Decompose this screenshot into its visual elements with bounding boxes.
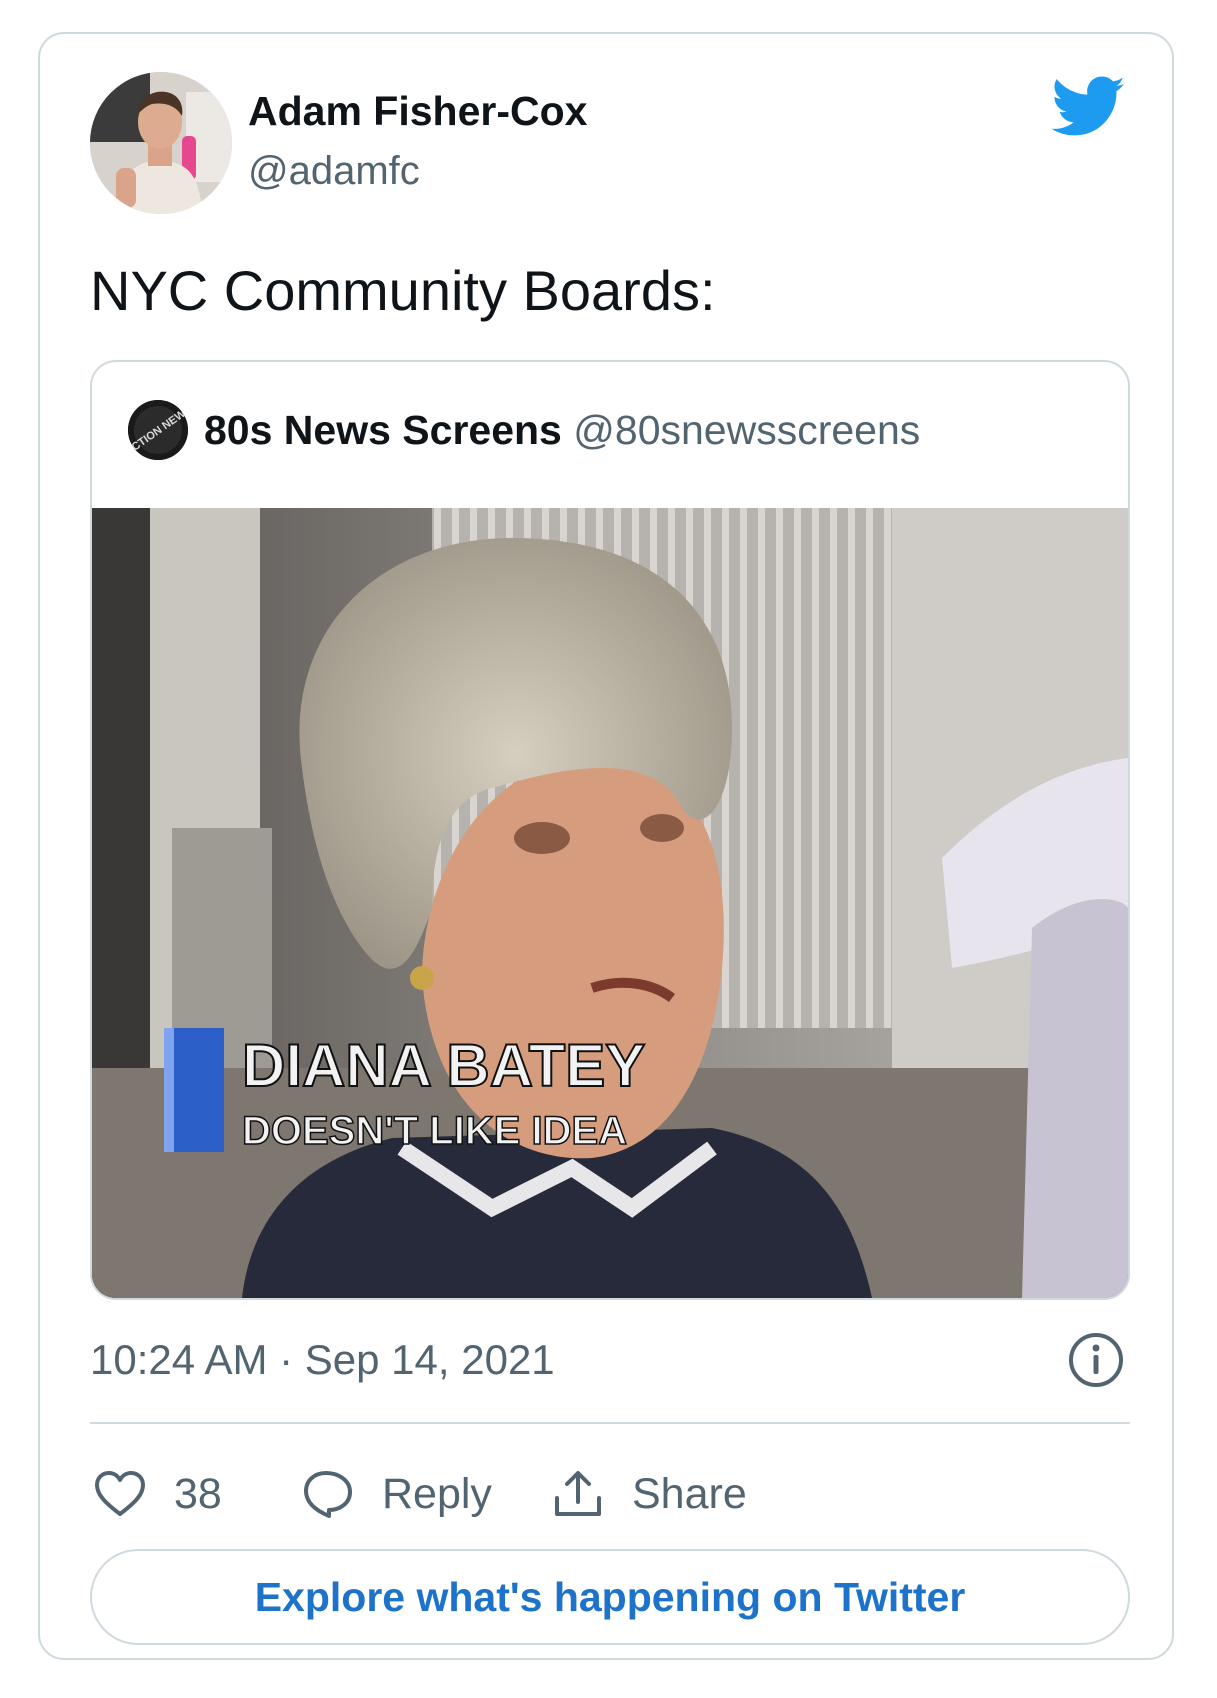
heart-icon xyxy=(95,1471,145,1516)
like-button[interactable]: 38 xyxy=(94,1459,222,1529)
quoted-author-line[interactable]: 80s News Screens @80snewsscreens xyxy=(204,404,920,456)
media-caption-sub: DOESN'T LIKE IDEA xyxy=(242,1109,627,1153)
reply-button[interactable]: Reply xyxy=(302,1459,492,1529)
like-count: 38 xyxy=(174,1469,222,1518)
quoted-author-handle[interactable]: @80snewsscreens xyxy=(573,407,920,453)
quoted-author-name[interactable]: 80s News Screens xyxy=(204,407,562,453)
speech-bubble-icon xyxy=(304,1471,352,1518)
tweet-timestamp[interactable]: 10:24 AM · Sep 14, 2021 xyxy=(90,1334,555,1386)
quoted-tweet[interactable]: ACTION NEWS 80s News Screens @80snewsscr… xyxy=(90,360,1130,1300)
tweet-embed-card: Adam Fisher-Cox @adamfc NYC Community Bo… xyxy=(38,32,1174,1660)
twitter-bird-icon[interactable] xyxy=(1052,76,1126,138)
quoted-author-avatar[interactable]: ACTION NEWS xyxy=(128,400,188,460)
media-caption-name: DIANA BATEY xyxy=(242,1032,645,1099)
share-button[interactable]: Share xyxy=(552,1459,747,1529)
divider xyxy=(90,1422,1130,1424)
reply-label: Reply xyxy=(382,1469,492,1518)
tweet-text: NYC Community Boards: xyxy=(90,259,716,322)
author-avatar[interactable] xyxy=(90,72,232,214)
quoted-tweet-media[interactable]: DIANA BATEY DOESN'T LIKE IDEA xyxy=(92,508,1128,1298)
author-handle[interactable]: @adamfc xyxy=(248,146,420,196)
author-name[interactable]: Adam Fisher-Cox xyxy=(248,86,587,136)
explore-twitter-button[interactable]: Explore what's happening on Twitter xyxy=(90,1549,1130,1645)
upload-icon xyxy=(555,1471,601,1516)
info-icon[interactable] xyxy=(1067,1331,1125,1389)
share-label: Share xyxy=(632,1469,747,1518)
